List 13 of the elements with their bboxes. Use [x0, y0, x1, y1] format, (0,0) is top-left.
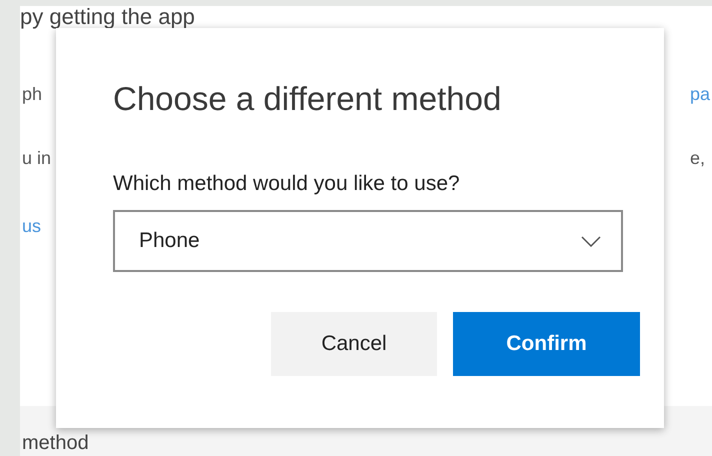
method-dropdown[interactable]: Phone — [113, 210, 623, 272]
confirm-button[interactable]: Confirm — [453, 312, 640, 376]
body-text: e, — [690, 147, 705, 170]
dialog-title: Choose a different method — [113, 79, 502, 119]
body-text: ph — [22, 83, 42, 106]
cancel-button[interactable]: Cancel — [271, 312, 437, 376]
link[interactable]: us — [22, 214, 42, 238]
section-heading: method — [22, 432, 89, 454]
field-label: Which method would you like to use? — [113, 171, 460, 197]
body-text: u in — [22, 147, 52, 170]
page-heading: py getting the app — [20, 6, 195, 28]
link[interactable]: pa — [690, 82, 710, 106]
chevron-down-icon — [581, 236, 601, 246]
